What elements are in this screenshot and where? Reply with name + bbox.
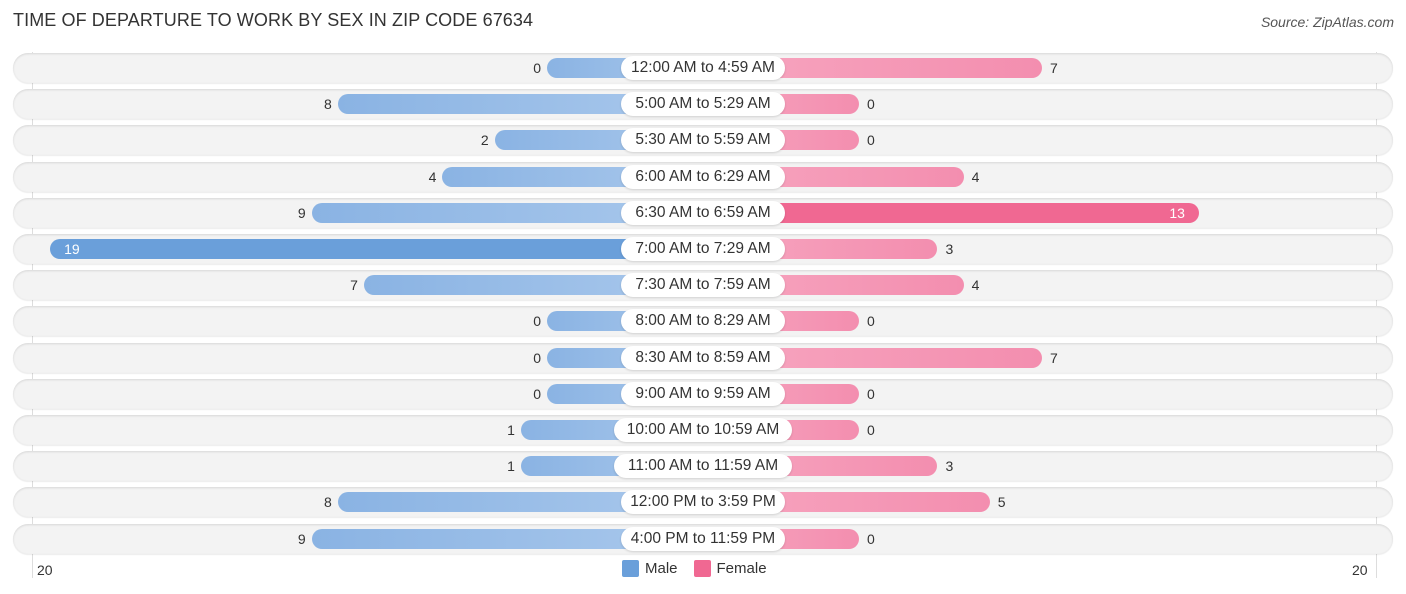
legend-label-male: Male (645, 560, 678, 577)
category-label: 8:00 AM to 8:29 AM (621, 309, 785, 334)
legend-item-male: Male (622, 560, 678, 577)
female-value-label: 5 (997, 494, 1006, 511)
category-label: 4:00 PM to 11:59 PM (621, 526, 785, 551)
male-value-label: 19 (64, 241, 80, 257)
male-value-label: 8 (324, 96, 332, 113)
female-value-label: 0 (867, 96, 875, 113)
right-axis-tick: 20 (1352, 562, 1368, 578)
female-value-label: 13 (1169, 204, 1185, 221)
female-value-label: 0 (867, 530, 875, 547)
male-value-label: 4 (428, 168, 437, 185)
female-value-label: 0 (867, 422, 875, 438)
male-value-label: 0 (533, 60, 541, 76)
category-label: 5:00 AM to 5:29 AM (621, 92, 785, 117)
category-label: 5:30 AM to 5:59 AM (621, 128, 785, 153)
female-value-label: 4 (971, 168, 980, 185)
female-value-label: 0 (867, 132, 875, 149)
male-value-label: 0 (533, 385, 541, 402)
male-value-label: 1 (507, 422, 515, 438)
legend: Male Female (622, 560, 783, 577)
category-label: 9:00 AM to 9:59 AM (621, 381, 785, 406)
category-label: 7:30 AM to 7:59 AM (621, 273, 785, 298)
category-label: 7:00 AM to 7:29 AM (621, 237, 785, 261)
category-label: 12:00 PM to 3:59 PM (621, 490, 785, 515)
category-label: 12:00 AM to 4:59 AM (621, 56, 785, 80)
female-value-label: 0 (867, 385, 875, 402)
male-value-label: 9 (297, 530, 306, 547)
legend-item-female: Female (693, 560, 767, 577)
male-value-label: 2 (480, 132, 489, 149)
female-value-label: 7 (1050, 60, 1058, 76)
chart-title: TIME OF DEPARTURE TO WORK BY SEX IN ZIP … (13, 10, 534, 30)
male-value-label: 0 (533, 313, 541, 330)
category-label: 6:30 AM to 6:59 AM (621, 200, 785, 225)
left-axis-tick: 20 (37, 562, 53, 578)
male-value-label: 8 (324, 494, 332, 511)
source-label: Source: ZipAtlas.com (1260, 14, 1394, 30)
male-bar (50, 239, 703, 259)
male-value-label: 7 (350, 277, 358, 294)
female-value-label: 4 (971, 277, 980, 294)
category-label: 10:00 AM to 10:59 AM (614, 418, 792, 442)
female-value-label: 3 (945, 241, 954, 257)
female-value-label: 7 (1050, 349, 1058, 366)
legend-label-female: Female (716, 560, 767, 577)
category-label: 11:00 AM to 11:59 AM (614, 454, 792, 479)
male-value-label: 0 (533, 349, 541, 366)
male-value-label: 1 (507, 458, 515, 475)
male-value-label: 9 (297, 204, 306, 221)
category-label: 6:00 AM to 6:29 AM (621, 164, 785, 189)
female-value-label: 3 (945, 458, 954, 475)
legend-swatch-male (622, 560, 639, 577)
female-value-label: 0 (867, 313, 875, 330)
legend-swatch-female (693, 560, 711, 577)
category-label: 8:30 AM to 8:59 AM (621, 345, 785, 370)
